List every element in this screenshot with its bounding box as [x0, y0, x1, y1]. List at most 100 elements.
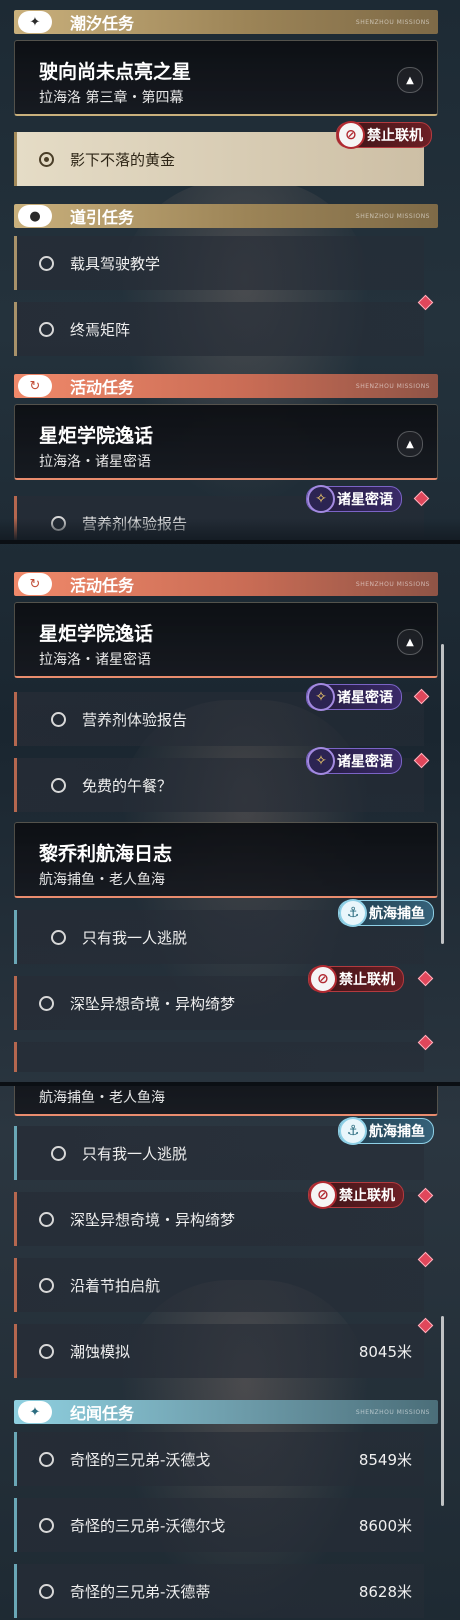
task-label: 载具驾驶教学	[70, 254, 161, 273]
badge-label: 诸星密语	[337, 492, 393, 508]
fishing-icon: ⚓	[339, 1117, 367, 1145]
header-caption: SHENZHOU MISSIONS	[355, 580, 430, 588]
no-online-badge: ⊘ 禁止联机	[336, 121, 432, 149]
star-whisper-badge: ✧ 诸星密语	[306, 683, 402, 711]
section-label: 潮汐任务	[70, 14, 135, 33]
section-header-tide[interactable]: ✦ 潮汐任务 SHENZHOU MISSIONS	[14, 10, 438, 34]
section-header-activity[interactable]: ↻ 活动任务 SHENZHOU MISSIONS	[14, 572, 438, 596]
scrollbar-thumb[interactable]	[441, 644, 444, 944]
scrollbar-thumb[interactable]	[441, 1316, 444, 1506]
radio-icon	[51, 711, 66, 727]
quest-title: 驶向尚未点亮之星	[39, 61, 192, 83]
sparkle-icon: ✦	[18, 1401, 52, 1423]
fishing-badge: ⚓ 航海捕鱼	[338, 899, 434, 927]
quest-subtitle: 拉海洛 第三章・第四幕	[39, 90, 184, 106]
badge-label: 禁止联机	[367, 128, 423, 144]
quest-title: 星炬学院逸话	[39, 425, 154, 447]
quest-subtitle: 航海捕鱼・老人鱼海	[39, 1090, 165, 1106]
quest-panel-3: 航海捕鱼・老人鱼海 只有我一人逃脱 ⚓ 航海捕鱼 深坠异想奇境・异构绮梦 ⊘ 禁…	[0, 1086, 460, 1620]
radio-icon	[39, 1277, 54, 1293]
task-label: 深坠异想奇境・异构绮梦	[70, 1210, 236, 1229]
task-label: 潮蚀模拟	[70, 1342, 131, 1361]
no-online-badge: ⊘ 禁止联机	[308, 1181, 404, 1209]
no-online-badge: ⊘ 禁止联机	[308, 965, 404, 993]
quest-subtitle: 拉海洛・诸星密语	[39, 454, 151, 470]
star-whisper-badge: ✧ 诸星密语	[306, 485, 402, 513]
fishing-badge: ⚓ 航海捕鱼	[338, 1117, 434, 1145]
panel-fade	[0, 518, 460, 540]
quest-card-academy[interactable]: 星炬学院逸话 拉海洛・诸星密语 ▲	[14, 404, 438, 480]
task-item[interactable]: 终焉矩阵	[14, 302, 424, 356]
badge-label: 禁止联机	[339, 972, 395, 988]
task-label: 只有我一人逃脱	[82, 1144, 188, 1163]
location-pin-icon: ●	[18, 205, 52, 227]
task-label: 终焉矩阵	[70, 320, 131, 339]
radio-icon	[51, 777, 66, 793]
quest-title: 黎乔利航海日志	[39, 843, 173, 865]
quest-title: 星炬学院逸话	[39, 623, 154, 645]
section-label: 道引任务	[70, 208, 135, 227]
quest-card-star[interactable]: 驶向尚未点亮之星 拉海洛 第三章・第四幕 ▲	[14, 40, 438, 116]
distance-label: 8045米	[358, 1342, 412, 1361]
refresh-icon: ↻	[18, 375, 52, 397]
no-multiplayer-icon: ⊘	[309, 1181, 337, 1209]
badge-label: 诸星密语	[337, 754, 393, 770]
no-multiplayer-icon: ⊘	[309, 965, 337, 993]
radio-icon	[39, 255, 54, 271]
radio-icon	[39, 1583, 54, 1599]
radio-selected-icon	[39, 151, 54, 167]
task-label: 营养剂体验报告	[82, 710, 188, 729]
star-whisper-badge: ✧ 诸星密语	[306, 747, 402, 775]
caret-up-icon[interactable]: ▲	[397, 629, 423, 655]
task-item-partial[interactable]	[14, 1042, 424, 1072]
task-label: 奇怪的三兄弟-沃德尔戈	[70, 1516, 226, 1535]
distance-label: 8600米	[358, 1516, 412, 1535]
section-header-guide[interactable]: ● 道引任务 SHENZHOU MISSIONS	[14, 204, 438, 228]
task-item[interactable]: 沿着节拍启航	[14, 1258, 424, 1312]
badge-label: 航海捕鱼	[369, 1124, 425, 1140]
quest-panel-2: ↻ 活动任务 SHENZHOU MISSIONS 星炬学院逸话 拉海洛・诸星密语…	[0, 544, 460, 1082]
radio-icon	[39, 1517, 54, 1533]
header-caption: SHENZHOU MISSIONS	[355, 382, 430, 390]
task-item[interactable]: 载具驾驶教学	[14, 236, 424, 290]
caret-up-icon[interactable]: ▲	[397, 67, 423, 93]
task-label: 奇怪的三兄弟-沃德戈	[70, 1450, 211, 1469]
radio-icon	[51, 929, 66, 945]
header-caption: SHENZHOU MISSIONS	[355, 212, 430, 220]
caret-up-icon[interactable]: ▲	[397, 431, 423, 457]
section-label: 活动任务	[70, 576, 135, 595]
quest-card-voyage[interactable]: 黎乔利航海日志 航海捕鱼・老人鱼海	[14, 822, 438, 898]
header-caption: SHENZHOU MISSIONS	[355, 18, 430, 26]
distance-label: 8549米	[358, 1450, 412, 1469]
sparkle-icon: ✦	[18, 11, 52, 33]
task-item[interactable]: 奇怪的三兄弟-沃德戈 8549米	[14, 1432, 424, 1486]
badge-label: 禁止联机	[339, 1188, 395, 1204]
task-item[interactable]: 奇怪的三兄弟-沃德尔戈 8600米	[14, 1498, 424, 1552]
task-label: 深坠异想奇境・异构绮梦	[70, 994, 236, 1013]
section-label: 活动任务	[70, 378, 135, 397]
badge-label: 航海捕鱼	[369, 906, 425, 922]
badge-label: 诸星密语	[337, 690, 393, 706]
radio-icon	[51, 1145, 66, 1161]
task-label: 免费的午餐？	[82, 776, 173, 795]
distance-label: 8628米	[358, 1582, 412, 1601]
radio-icon	[39, 1211, 54, 1227]
quest-card-academy[interactable]: 星炬学院逸话 拉海洛・诸星密语 ▲	[14, 602, 438, 678]
quest-subtitle: 航海捕鱼・老人鱼海	[39, 872, 165, 888]
section-header-activity[interactable]: ↻ 活动任务 SHENZHOU MISSIONS	[14, 374, 438, 398]
task-label: 只有我一人逃脱	[82, 928, 188, 947]
task-item[interactable]: 潮蚀模拟 8045米	[14, 1324, 424, 1378]
header-caption: SHENZHOU MISSIONS	[355, 1408, 430, 1416]
no-multiplayer-icon: ⊘	[337, 121, 365, 149]
radio-icon	[39, 1343, 54, 1359]
task-label: 奇怪的三兄弟-沃德蒂	[70, 1582, 211, 1601]
quest-panel-1: ✦ 潮汐任务 SHENZHOU MISSIONS 驶向尚未点亮之星 拉海洛 第三…	[0, 0, 460, 540]
section-label: 纪闻任务	[70, 1404, 135, 1423]
star-emblem-icon: ✧	[307, 485, 335, 513]
quest-card-voyage[interactable]: 航海捕鱼・老人鱼海	[14, 1086, 438, 1116]
section-header-chronicle[interactable]: ✦ 纪闻任务 SHENZHOU MISSIONS	[14, 1400, 438, 1424]
task-item[interactable]: 奇怪的三兄弟-沃德蒂 8628米	[14, 1564, 424, 1618]
radio-icon	[39, 995, 54, 1011]
radio-icon	[39, 321, 54, 337]
task-label: 影下不落的黄金	[70, 150, 176, 169]
